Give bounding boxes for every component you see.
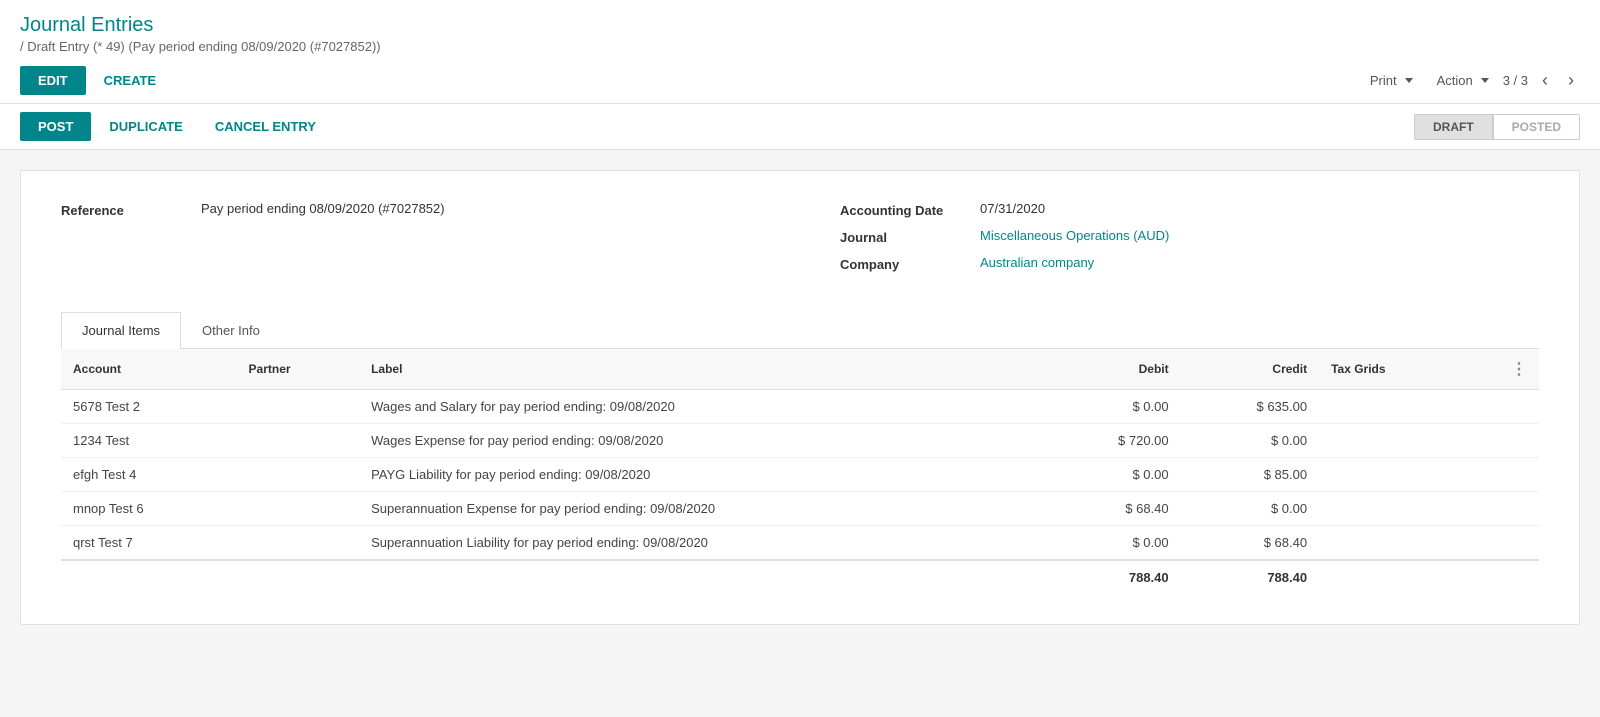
th-account: Account bbox=[61, 349, 237, 390]
table-row[interactable]: efgh Test 4 PAYG Liability for pay perio… bbox=[61, 458, 1539, 492]
cell-partner bbox=[237, 526, 360, 561]
cell-taxgrids bbox=[1319, 424, 1465, 458]
post-button[interactable]: POST bbox=[20, 112, 91, 141]
tab-journal-items[interactable]: Journal Items bbox=[61, 312, 181, 349]
cell-credit: $ 0.00 bbox=[1181, 492, 1319, 526]
totals-end bbox=[1319, 560, 1539, 594]
cell-account: 1234 Test bbox=[61, 424, 237, 458]
status-pills: DRAFT POSTED bbox=[1414, 114, 1580, 140]
cell-credit: $ 635.00 bbox=[1181, 390, 1319, 424]
table-row[interactable]: 1234 Test Wages Expense for pay period e… bbox=[61, 424, 1539, 458]
accounting-date-label: Accounting Date bbox=[840, 201, 980, 218]
cell-account: efgh Test 4 bbox=[61, 458, 237, 492]
cell-more bbox=[1465, 526, 1539, 561]
totals-credit: 788.40 bbox=[1181, 560, 1319, 594]
th-label: Label bbox=[359, 349, 1042, 390]
reference-value: Pay period ending 08/09/2020 (#7027852) bbox=[201, 201, 445, 216]
journal-field-row: Journal Miscellaneous Operations (AUD) bbox=[840, 228, 1539, 245]
cell-debit: $ 0.00 bbox=[1042, 526, 1180, 561]
cell-partner bbox=[237, 390, 360, 424]
tabs: Journal Items Other Info bbox=[61, 312, 1539, 349]
print-button[interactable]: Print bbox=[1360, 66, 1423, 95]
totals-row: 788.40 788.40 bbox=[61, 560, 1539, 594]
cell-account: mnop Test 6 bbox=[61, 492, 237, 526]
page-title: Journal Entries bbox=[20, 14, 1580, 37]
action-label: Action bbox=[1437, 73, 1473, 88]
cell-debit: $ 0.00 bbox=[1042, 390, 1180, 424]
journal-label: Journal bbox=[840, 228, 980, 245]
cell-partner bbox=[237, 424, 360, 458]
cell-debit: $ 720.00 bbox=[1042, 424, 1180, 458]
cell-more bbox=[1465, 492, 1539, 526]
content-area: Reference Pay period ending 08/09/2020 (… bbox=[0, 150, 1600, 645]
form-card: Reference Pay period ending 08/09/2020 (… bbox=[20, 170, 1580, 625]
duplicate-button[interactable]: DUPLICATE bbox=[95, 112, 196, 141]
action-toolbar: POST DUPLICATE CANCEL ENTRY DRAFT POSTED bbox=[0, 104, 1600, 150]
company-field-row: Company Australian company bbox=[840, 255, 1539, 272]
table-row[interactable]: qrst Test 7 Superannuation Liability for… bbox=[61, 526, 1539, 561]
cell-taxgrids bbox=[1319, 492, 1465, 526]
form-fields: Reference Pay period ending 08/09/2020 (… bbox=[61, 201, 1539, 282]
journal-items-table: Account Partner Label Debit Credit Tax G… bbox=[61, 349, 1539, 594]
cell-debit: $ 0.00 bbox=[1042, 458, 1180, 492]
posted-status-pill[interactable]: POSTED bbox=[1493, 114, 1580, 140]
cell-credit: $ 0.00 bbox=[1181, 424, 1319, 458]
page-header: Journal Entries / Draft Entry (* 49) (Pa… bbox=[0, 0, 1600, 58]
cell-account: 5678 Test 2 bbox=[61, 390, 237, 424]
cell-partner bbox=[237, 458, 360, 492]
reference-label: Reference bbox=[61, 201, 201, 218]
print-caret-icon bbox=[1405, 78, 1413, 83]
prev-button[interactable]: ‹ bbox=[1536, 68, 1554, 93]
th-taxgrids: Tax Grids bbox=[1319, 349, 1465, 390]
pagination-text: 3 / 3 bbox=[1503, 73, 1528, 88]
cell-credit: $ 68.40 bbox=[1181, 526, 1319, 561]
cell-label: PAYG Liability for pay period ending: 09… bbox=[359, 458, 1042, 492]
cell-label: Superannuation Expense for pay period en… bbox=[359, 492, 1042, 526]
accounting-date-field-row: Accounting Date 07/31/2020 bbox=[840, 201, 1539, 218]
print-label: Print bbox=[1370, 73, 1397, 88]
th-debit: Debit bbox=[1042, 349, 1180, 390]
cell-label: Wages and Salary for pay period ending: … bbox=[359, 390, 1042, 424]
cell-more bbox=[1465, 458, 1539, 492]
breadcrumb: / Draft Entry (* 49) (Pay period ending … bbox=[20, 39, 1580, 54]
company-value[interactable]: Australian company bbox=[980, 255, 1094, 270]
cell-partner bbox=[237, 492, 360, 526]
create-button[interactable]: CREATE bbox=[90, 66, 170, 95]
draft-status-pill[interactable]: DRAFT bbox=[1414, 114, 1493, 140]
journal-value[interactable]: Miscellaneous Operations (AUD) bbox=[980, 228, 1169, 243]
cancel-entry-button[interactable]: CANCEL ENTRY bbox=[201, 112, 330, 141]
cell-credit: $ 85.00 bbox=[1181, 458, 1319, 492]
cell-account: qrst Test 7 bbox=[61, 526, 237, 561]
cell-taxgrids bbox=[1319, 526, 1465, 561]
table-row[interactable]: 5678 Test 2 Wages and Salary for pay per… bbox=[61, 390, 1539, 424]
form-right: Accounting Date 07/31/2020 Journal Misce… bbox=[840, 201, 1539, 282]
cell-debit: $ 68.40 bbox=[1042, 492, 1180, 526]
form-left: Reference Pay period ending 08/09/2020 (… bbox=[61, 201, 760, 282]
reference-field-row: Reference Pay period ending 08/09/2020 (… bbox=[61, 201, 760, 218]
table-row[interactable]: mnop Test 6 Superannuation Expense for p… bbox=[61, 492, 1539, 526]
table-header-row: Account Partner Label Debit Credit Tax G… bbox=[61, 349, 1539, 390]
accounting-date-value: 07/31/2020 bbox=[980, 201, 1045, 216]
totals-spacer bbox=[61, 560, 1042, 594]
cell-taxgrids bbox=[1319, 458, 1465, 492]
totals-debit: 788.40 bbox=[1042, 560, 1180, 594]
next-button[interactable]: › bbox=[1562, 68, 1580, 93]
cell-more bbox=[1465, 390, 1539, 424]
cell-more bbox=[1465, 424, 1539, 458]
th-credit: Credit bbox=[1181, 349, 1319, 390]
th-more-icon[interactable]: ⋮ bbox=[1465, 349, 1539, 390]
cell-taxgrids bbox=[1319, 390, 1465, 424]
action-caret-icon bbox=[1481, 78, 1489, 83]
edit-button[interactable]: EDIT bbox=[20, 66, 86, 95]
cell-label: Superannuation Liability for pay period … bbox=[359, 526, 1042, 561]
pagination-area: 3 / 3 ‹ › bbox=[1503, 68, 1580, 93]
top-toolbar: EDIT CREATE Print Action 3 / 3 ‹ › bbox=[0, 58, 1600, 104]
th-partner: Partner bbox=[237, 349, 360, 390]
action-button[interactable]: Action bbox=[1427, 66, 1499, 95]
cell-label: Wages Expense for pay period ending: 09/… bbox=[359, 424, 1042, 458]
company-label: Company bbox=[840, 255, 980, 272]
tab-other-info[interactable]: Other Info bbox=[181, 312, 281, 348]
